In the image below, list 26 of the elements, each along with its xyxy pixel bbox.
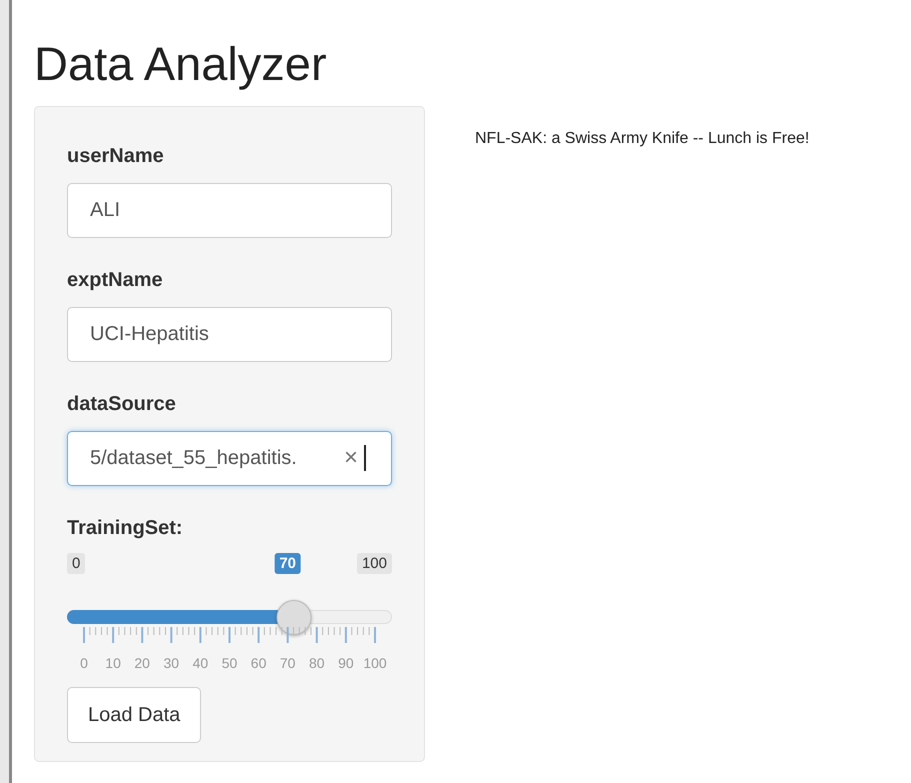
tick-label: 0	[80, 654, 88, 673]
tick-label: 100	[363, 654, 387, 673]
tick-label: 10	[105, 654, 121, 673]
current-value-label: 70	[274, 552, 302, 574]
slider-thumb[interactable]	[276, 600, 312, 635]
slider-label: TrainingSet:	[67, 516, 184, 541]
field-label: userName	[67, 144, 165, 169]
tick-label: 30	[164, 654, 180, 673]
text-field[interactable]: ALI	[67, 182, 392, 238]
min-value-label: 0	[67, 552, 86, 574]
tick-label: 60	[250, 654, 266, 673]
max-value-label: 100	[356, 552, 392, 574]
field-label: exptName	[67, 268, 164, 293]
tick-label: 20	[134, 654, 150, 673]
text-field[interactable]: UCI-Hepatitis	[67, 306, 392, 362]
load-data-button[interactable]: Load Data	[67, 686, 202, 743]
app-title: Data Analyzer	[34, 38, 328, 90]
tagline-text: NFL-SAK: a Swiss Army Knife -- Lunch is Free!	[475, 129, 810, 149]
tick-label: 80	[309, 654, 325, 673]
field-label: dataSource	[67, 392, 177, 417]
text-cursor	[364, 445, 366, 472]
tick-label: 40	[192, 654, 208, 673]
clear-button[interactable]: ×	[340, 446, 362, 470]
tick-label: 90	[338, 654, 354, 673]
tick-label: 50	[222, 654, 238, 673]
tick-label: 70	[280, 654, 296, 673]
